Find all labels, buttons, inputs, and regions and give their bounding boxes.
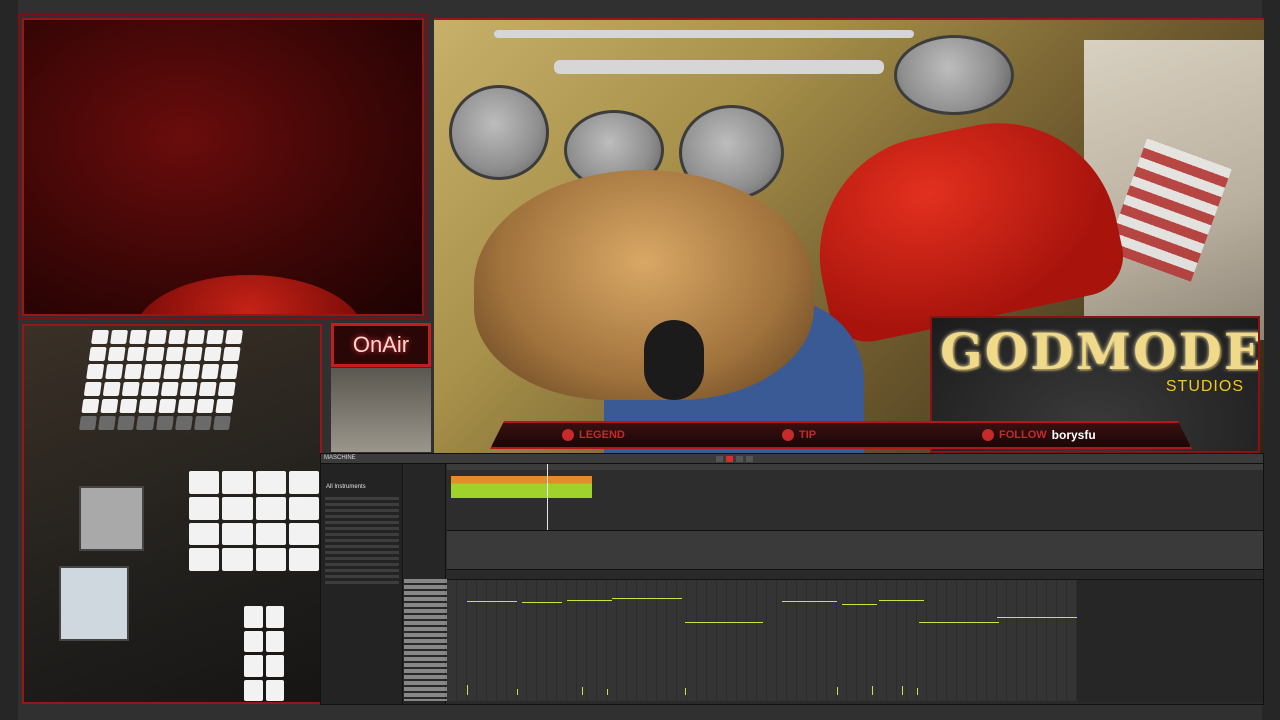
pattern-clip[interactable] — [451, 476, 592, 498]
follow-icon — [982, 429, 994, 441]
legend-alert: LEGEND — [562, 429, 625, 441]
record-button[interactable] — [726, 456, 733, 462]
piano-roll-empty-region — [1077, 580, 1263, 702]
daw-toolbar: MASCHINE — [321, 454, 1263, 464]
maschine-window: MASCHINE All Instruments — [320, 453, 1264, 705]
scene-strip — [447, 530, 1263, 570]
controller-screen-1 — [79, 486, 144, 551]
drum-pad-1 — [449, 85, 549, 180]
midi-note[interactable] — [997, 617, 1077, 618]
midi-note[interactable] — [612, 598, 682, 599]
stop-button[interactable] — [746, 456, 753, 462]
midi-note[interactable] — [879, 600, 924, 601]
playhead — [547, 464, 548, 530]
midi-note[interactable] — [522, 602, 562, 603]
controller-screen-2 — [59, 566, 129, 641]
browser-list — [321, 494, 403, 587]
play-button[interactable] — [736, 456, 743, 462]
stream-overlay: OnAir GODMODE STUDIOS LEGEND TIP FOLLOW … — [0, 0, 1280, 720]
controller-webcam — [22, 324, 322, 704]
hand-cam-area — [331, 368, 431, 452]
transport-controls — [716, 456, 753, 462]
right-frame-rail — [1262, 0, 1280, 720]
logo-title: GODMODE — [940, 322, 1260, 381]
arranger-view — [447, 464, 1263, 530]
piano-keys[interactable] — [404, 579, 447, 701]
velocity-bar[interactable] — [607, 689, 608, 695]
velocity-bar[interactable] — [917, 688, 918, 695]
legend-icon — [562, 429, 574, 441]
daw-app-title: MASCHINE — [324, 455, 356, 461]
velocity-bar[interactable] — [467, 685, 468, 695]
follow-alert: FOLLOW borysfu — [982, 428, 1096, 442]
piano-roll[interactable] — [447, 579, 1263, 702]
midi-note[interactable] — [782, 601, 837, 602]
drum-rack-bar — [554, 60, 884, 74]
follow-name: borysfu — [1051, 428, 1096, 442]
tip-label: TIP — [799, 429, 817, 441]
timeline-ruler[interactable] — [447, 464, 1263, 470]
follow-label: FOLLOW — [999, 429, 1047, 441]
tip-alert: TIP — [782, 429, 816, 441]
midi-note[interactable] — [567, 600, 612, 601]
tip-icon — [782, 429, 794, 441]
launch-pad-grid — [78, 330, 244, 430]
drum-pad-4 — [894, 35, 1014, 115]
side-pads — [244, 606, 284, 701]
alert-bar: LEGEND TIP FOLLOW borysfu — [490, 421, 1192, 449]
drum-rack-top — [494, 30, 914, 38]
velocity-bar[interactable] — [517, 689, 518, 695]
instrument-browser: All Instruments — [321, 464, 403, 704]
midi-note[interactable] — [919, 622, 999, 623]
velocity-bar[interactable] — [837, 687, 838, 695]
browser-header[interactable]: All Instruments — [326, 484, 366, 490]
midi-note[interactable] — [467, 601, 517, 602]
logo-subtitle: STUDIOS — [1165, 378, 1244, 395]
left-frame-rail — [0, 0, 18, 720]
legend-label: LEGEND — [579, 429, 625, 441]
restart-button[interactable] — [716, 456, 723, 462]
midi-note[interactable] — [842, 604, 877, 605]
red-chair-image — [797, 100, 1131, 350]
maschine-pad-grid — [189, 471, 319, 571]
velocity-bar[interactable] — [685, 688, 686, 695]
cam-frame-border — [18, 14, 428, 320]
on-air-sign: OnAir — [331, 323, 431, 367]
velocity-bar[interactable] — [902, 686, 903, 695]
velocity-bar[interactable] — [582, 687, 583, 695]
velocity-bar[interactable] — [872, 686, 873, 695]
headphones-image — [644, 320, 704, 400]
midi-note[interactable] — [685, 622, 763, 623]
